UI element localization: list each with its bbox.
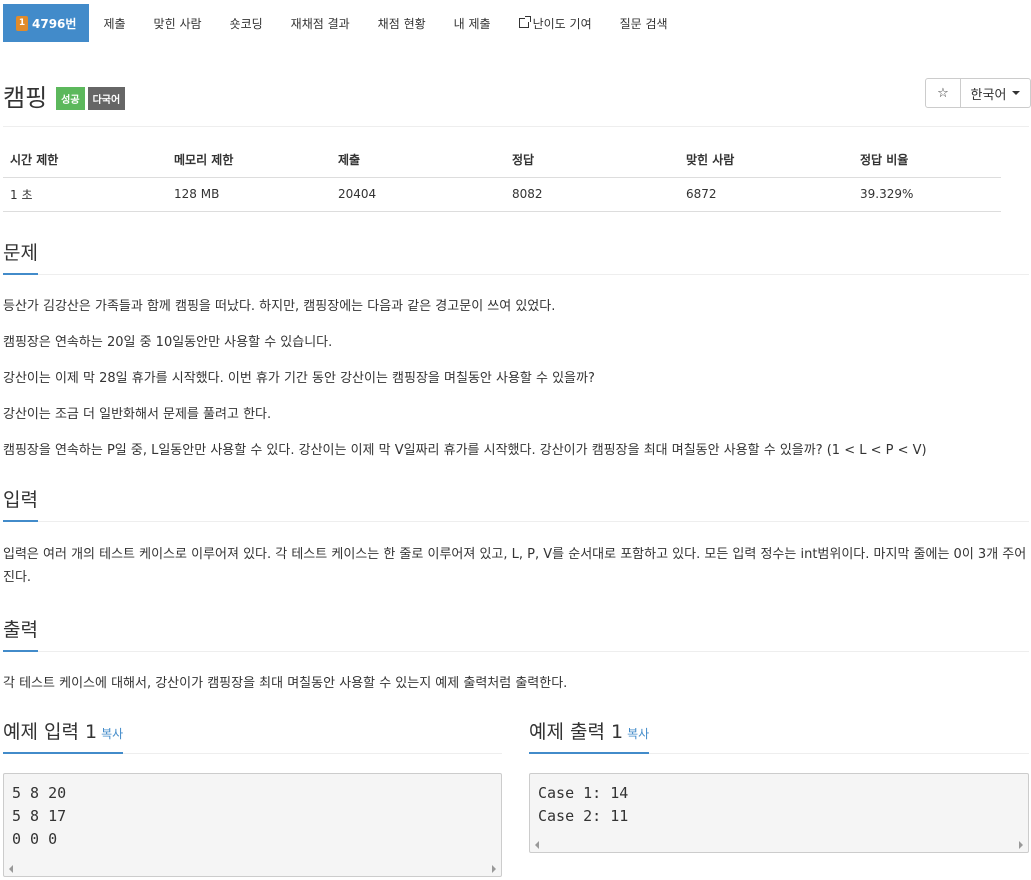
nav-rejudge-results[interactable]: 재채점 결과 xyxy=(277,4,364,42)
problem-paragraph: 강산이는 조금 더 일반화해서 문제를 풀려고 한다. xyxy=(3,407,272,422)
sample-output-header: 예제 출력 1 복사 xyxy=(529,717,1029,754)
sample-input-block[interactable]: 5 8 20 5 8 17 0 0 0 xyxy=(3,773,502,877)
title-divider xyxy=(3,126,1029,127)
copy-output-button[interactable]: 복사 xyxy=(627,727,649,741)
sample-input-line: 0 0 0 xyxy=(12,830,58,848)
input-section-title: 입력 xyxy=(3,485,38,522)
horizontal-scrollbar[interactable] xyxy=(530,838,1028,852)
sample-output-line: Case 1: 14 xyxy=(538,784,629,802)
scroll-left-icon[interactable] xyxy=(9,865,13,873)
language-dropdown[interactable]: 한국어 xyxy=(961,78,1031,108)
nav-submit[interactable]: 제출 xyxy=(89,4,139,42)
sample-input-title: 예제 입력 1 복사 xyxy=(3,717,124,754)
table-cell[interactable]: 8082 xyxy=(505,177,679,212)
problem-nav: 1 4796번 제출 맞힌 사람 숏코딩 재채점 결과 채점 현황 내 제출 난… xyxy=(3,4,682,42)
tier-badge-icon: 1 xyxy=(16,15,28,31)
problem-section-title: 문제 xyxy=(3,238,38,275)
problem-section-header: 문제 xyxy=(3,238,1029,275)
table-cell[interactable]: 20404 xyxy=(331,177,505,212)
sample-output-line: Case 2: 11 xyxy=(538,807,629,825)
table-row: 1 초 128 MB 20404 8082 6872 39.329% xyxy=(3,177,1001,212)
status-badge-success[interactable]: 성공 xyxy=(56,87,85,110)
problem-paragraph: 캠핑장을 연속하는 P일 중, L일동안만 사용할 수 있다. 강산이는 이제 … xyxy=(3,443,927,458)
output-section-header: 출력 xyxy=(3,615,1029,652)
problem-info-table: 시간 제한 메모리 제한 제출 정답 맞힌 사람 정답 비율 1 초 128 M… xyxy=(3,143,1001,212)
nav-difficulty-contribution[interactable]: 난이도 기여 xyxy=(505,4,606,42)
language-selected: 한국어 xyxy=(970,87,1007,103)
sample-input-line: 5 8 17 xyxy=(12,807,67,825)
nav-short-coding[interactable]: 숏코딩 xyxy=(216,4,277,42)
table-header: 정답 비율 xyxy=(853,143,1001,178)
problem-paragraph: 강산이는 이제 막 28일 휴가를 시작했다. 이번 휴가 기간 동안 강산이는… xyxy=(3,371,595,386)
nav-problem-number[interactable]: 1 4796번 xyxy=(3,4,90,42)
sample-input-title-text: 예제 입력 1 xyxy=(3,721,98,743)
table-header: 시간 제한 xyxy=(3,143,167,178)
external-link-icon xyxy=(518,16,531,28)
table-cell[interactable]: 6872 xyxy=(679,177,853,212)
nav-solved-users[interactable]: 맞힌 사람 xyxy=(140,4,216,42)
star-icon: ☆ xyxy=(937,85,949,101)
problem-number-label: 4796번 xyxy=(32,16,77,31)
table-cell: 1 초 xyxy=(3,177,167,212)
nav-question-search[interactable]: 질문 검색 xyxy=(606,4,682,42)
nav-my-submissions[interactable]: 내 제출 xyxy=(440,4,505,42)
table-cell: 128 MB xyxy=(167,177,331,212)
chevron-down-icon xyxy=(1012,91,1021,95)
nav-difficulty-label: 난이도 기여 xyxy=(532,16,592,31)
table-header: 메모리 제한 xyxy=(167,143,331,178)
title-row: 캠핑 성공 다국어 xyxy=(3,78,126,113)
table-cell: 39.329% xyxy=(853,177,1001,212)
table-header: 제출 xyxy=(331,143,505,178)
output-section-title: 출력 xyxy=(3,615,38,652)
nav-status[interactable]: 채점 현황 xyxy=(364,4,440,42)
sample-output-title: 예제 출력 1 복사 xyxy=(529,717,650,754)
favorite-button[interactable]: ☆ xyxy=(925,78,961,108)
sample-output-block[interactable]: Case 1: 14 Case 2: 11 xyxy=(529,773,1029,853)
horizontal-scrollbar[interactable] xyxy=(4,862,501,876)
status-badge-multilang[interactable]: 다국어 xyxy=(87,87,126,110)
input-section-header: 입력 xyxy=(3,485,1029,522)
output-description: 각 테스트 케이스에 대해서, 강산이가 캠핑장을 최대 며칠동안 사용할 수 … xyxy=(3,676,568,691)
copy-input-button[interactable]: 복사 xyxy=(101,727,123,741)
input-description: 입력은 여러 개의 테스트 케이스로 이루어져 있다. 각 테스트 케이스는 한… xyxy=(3,547,1027,585)
scroll-right-icon[interactable] xyxy=(1019,841,1023,849)
sample-input-line: 5 8 20 xyxy=(12,784,67,802)
page-title: 캠핑 xyxy=(3,84,48,112)
problem-paragraph: 캠핑장은 연속하는 20일 중 10일동안만 사용할 수 있습니다. xyxy=(3,335,333,350)
title-actions: ☆ 한국어 xyxy=(925,78,1031,108)
table-header: 맞힌 사람 xyxy=(679,143,853,178)
sample-input-header: 예제 입력 1 복사 xyxy=(3,717,502,754)
problem-paragraph: 등산가 김강산은 가족들과 함께 캠핑을 떠났다. 하지만, 캠핑장에는 다음과… xyxy=(3,299,556,314)
table-header: 정답 xyxy=(505,143,679,178)
scroll-right-icon[interactable] xyxy=(492,865,496,873)
scroll-left-icon[interactable] xyxy=(535,841,539,849)
sample-output-title-text: 예제 출력 1 xyxy=(529,721,624,743)
table-header-row: 시간 제한 메모리 제한 제출 정답 맞힌 사람 정답 비율 xyxy=(3,143,1001,178)
